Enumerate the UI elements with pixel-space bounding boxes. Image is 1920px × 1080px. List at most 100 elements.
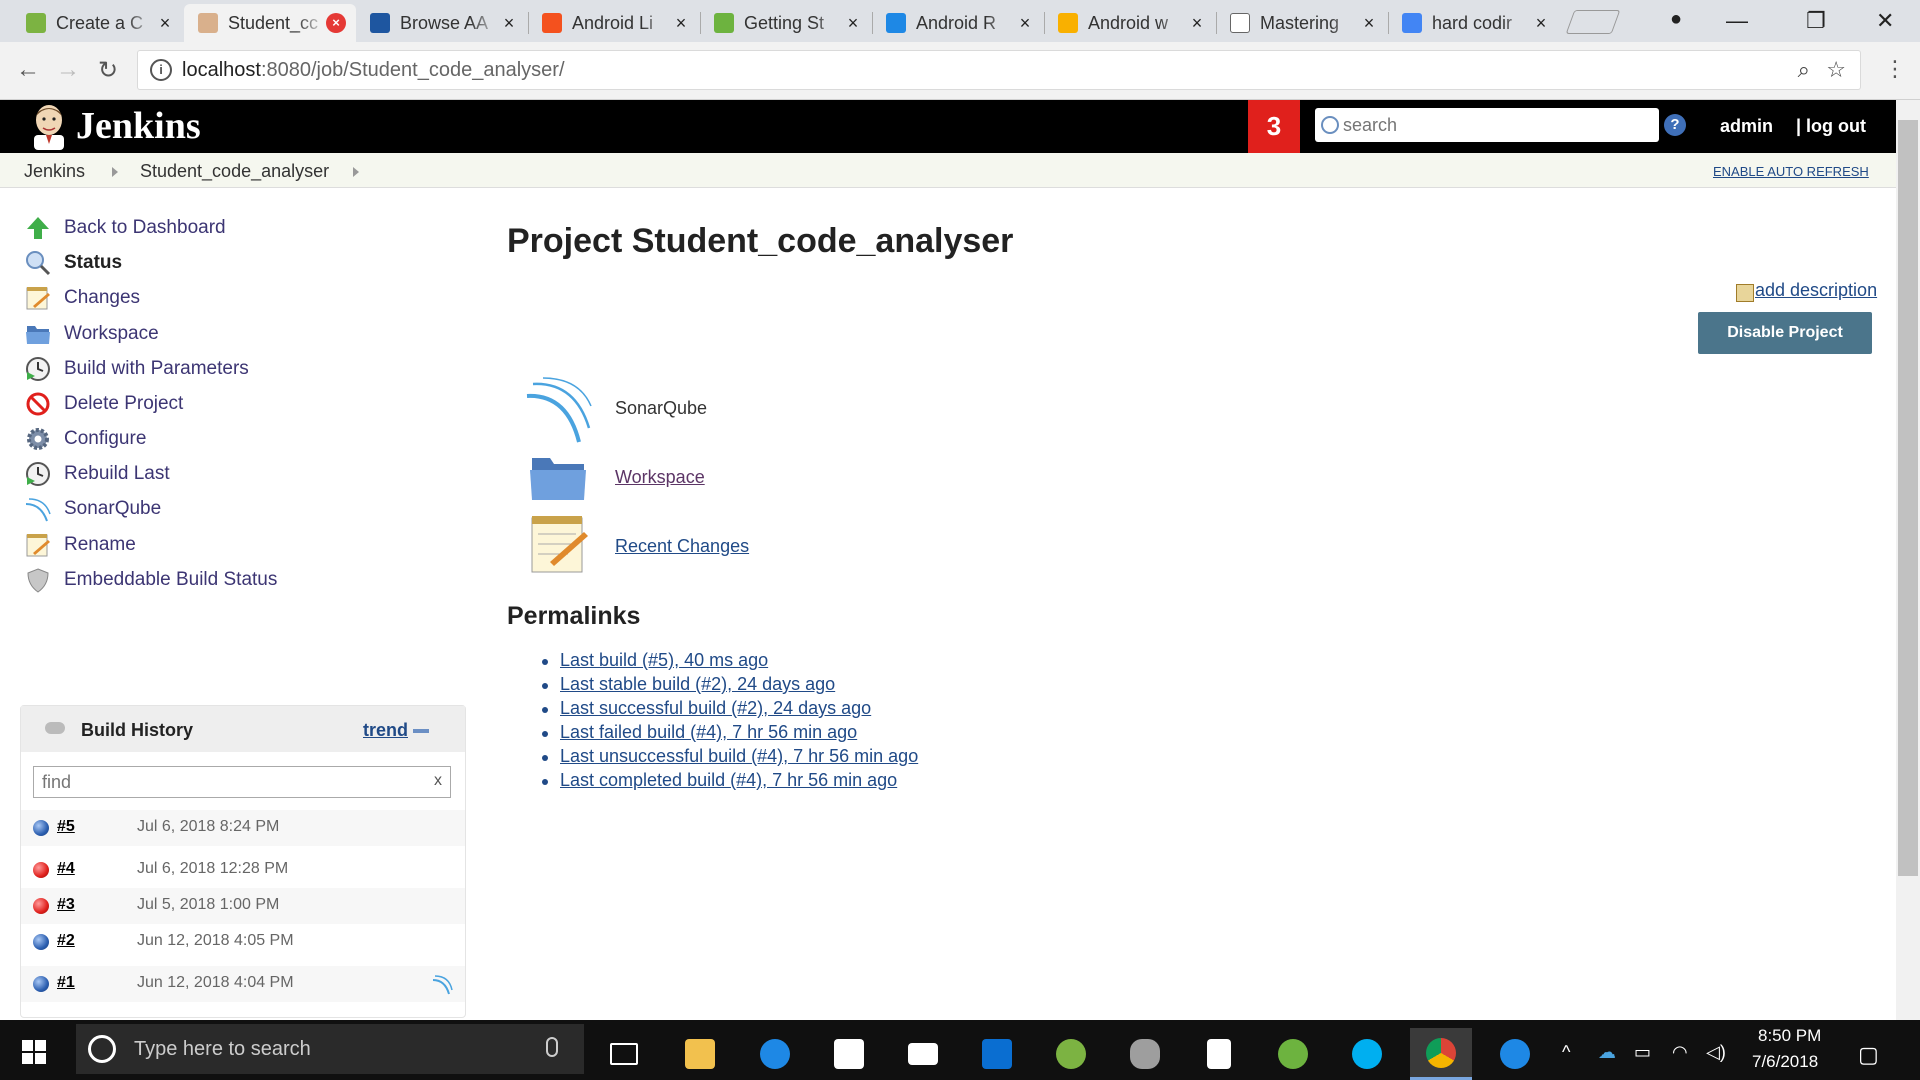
task-view-icon[interactable] — [593, 1028, 655, 1080]
clock-time[interactable]: 8:50 PM — [1758, 1026, 1821, 1046]
enable-auto-refresh-link[interactable]: ENABLE AUTO REFRESH — [1713, 164, 1869, 179]
permalink-link[interactable]: Last successful build (#2), 24 days ago — [560, 698, 871, 718]
volume-icon[interactable]: ◁) — [1706, 1042, 1726, 1063]
folder-icon[interactable] — [24, 320, 52, 348]
windows-start-icon[interactable] — [22, 1040, 46, 1064]
clock-date[interactable]: 7/6/2018 — [1752, 1052, 1818, 1072]
failure-ball-icon[interactable] — [33, 862, 49, 878]
workspace-link[interactable]: Workspace — [615, 467, 705, 488]
sonarqube-icon[interactable] — [431, 974, 453, 996]
browser-tab[interactable]: Create a C × — [12, 4, 184, 42]
notepad-icon[interactable] — [24, 284, 52, 312]
sidebar-task-back-to-dashboard[interactable]: Back to Dashboard — [24, 212, 226, 244]
breadcrumb-arrow-icon[interactable] — [353, 167, 359, 177]
add-description-link[interactable]: add description — [1735, 280, 1877, 301]
close-window-icon[interactable]: ✕ — [1876, 8, 1894, 34]
build-date-link[interactable]: Jul 5, 2018 1:00 PM — [137, 896, 279, 914]
tray-chevron-up-icon[interactable]: ^ — [1562, 1042, 1570, 1063]
notepad-icon[interactable] — [24, 531, 52, 559]
tab-close-icon[interactable]: × — [1532, 13, 1550, 34]
sidebar-task-status[interactable]: Status — [24, 247, 122, 279]
zoom-icon[interactable]: ⌕ — [1798, 57, 1810, 83]
build-date-link[interactable]: Jun 12, 2018 4:04 PM — [137, 974, 294, 992]
success-ball-icon[interactable] — [33, 820, 49, 836]
file-explorer-icon[interactable] — [669, 1028, 731, 1080]
build-find-input[interactable] — [42, 772, 422, 793]
build-date-link[interactable]: Jul 6, 2018 12:28 PM — [137, 860, 288, 878]
microphone-icon[interactable] — [546, 1037, 558, 1057]
browser-tab[interactable]: hard codir × — [1388, 4, 1560, 42]
jenkins-title[interactable]: Jenkins — [76, 104, 201, 148]
sonarqube-icon[interactable] — [523, 376, 593, 444]
permalink-link[interactable]: Last completed build (#4), 7 hr 56 min a… — [560, 770, 897, 790]
disable-project-button[interactable]: Disable Project — [1698, 312, 1872, 354]
folder-icon[interactable] — [528, 450, 588, 504]
back-icon[interactable]: ← — [16, 56, 40, 84]
user-link[interactable]: admin — [1720, 116, 1773, 137]
internet-explorer-icon[interactable] — [1484, 1028, 1546, 1080]
sidebar-task-label[interactable]: SonarQube — [64, 498, 161, 520]
bookmark-star-icon[interactable]: ☆ — [1826, 57, 1846, 83]
tab-close-icon[interactable]: × — [156, 13, 174, 34]
permalink-link[interactable]: Last stable build (#2), 24 days ago — [560, 674, 835, 694]
profile-icon[interactable]: ● — [1670, 8, 1682, 31]
trend-link[interactable]: trend — [363, 720, 408, 741]
jenkins-search-box[interactable] — [1315, 108, 1659, 142]
breadcrumb-arrow-icon[interactable] — [112, 167, 118, 177]
notification-badge[interactable]: 3 — [1248, 100, 1300, 153]
logout-link[interactable]: | log out — [1796, 116, 1866, 137]
sidebar-task-label[interactable]: Build with Parameters — [64, 358, 249, 380]
permalink-link[interactable]: Last unsuccessful build (#4), 7 hr 56 mi… — [560, 746, 918, 766]
sidebar-task-rebuild-last[interactable]: Rebuild Last — [24, 458, 170, 490]
onedrive-icon[interactable]: ☁ — [1598, 1042, 1616, 1063]
sidebar-task-configure[interactable]: Configure — [24, 423, 146, 455]
sidebar-task-workspace[interactable]: Workspace — [24, 318, 159, 350]
up-arrow-icon[interactable] — [24, 214, 52, 242]
recent-changes-link[interactable]: Recent Changes — [615, 536, 749, 557]
site-info-icon[interactable]: i — [150, 59, 172, 81]
success-ball-icon[interactable] — [33, 934, 49, 950]
success-ball-icon[interactable] — [33, 976, 49, 992]
sidebar-task-label[interactable]: Workspace — [64, 323, 159, 345]
chrome-icon[interactable] — [1410, 1028, 1472, 1080]
build-date-link[interactable]: Jun 12, 2018 4:05 PM — [137, 932, 294, 950]
menu-icon[interactable]: ⋮ — [1884, 56, 1906, 82]
clear-find-icon[interactable]: x — [434, 772, 442, 790]
sidebar-task-build-with-parameters[interactable]: Build with Parameters — [24, 353, 249, 385]
browser-tab[interactable]: Getting St × — [700, 4, 872, 42]
browser-tab[interactable]: Student_cc × — [184, 4, 356, 42]
minimize-icon[interactable]: — — [1726, 8, 1748, 34]
sidebar-task-label[interactable]: Configure — [64, 428, 146, 450]
build-number-link[interactable]: #5 — [57, 818, 75, 836]
sidebar-task-label[interactable]: Back to Dashboard — [64, 217, 226, 239]
tab-close-icon[interactable]: × — [1188, 13, 1206, 34]
sidebar-task-label[interactable]: Rename — [64, 534, 136, 556]
reload-icon[interactable]: ↻ — [98, 56, 118, 85]
action-center-icon[interactable]: ▢ — [1858, 1042, 1879, 1068]
breadcrumb-jenkins[interactable]: Jenkins — [24, 161, 85, 182]
browser-tab[interactable]: Android R × — [872, 4, 1044, 42]
address-bar[interactable]: i localhost:8080/job/Student_code_analys… — [138, 51, 1860, 89]
no-entry-icon[interactable] — [24, 390, 52, 418]
tab-close-icon[interactable]: × — [672, 13, 690, 34]
browser-tab[interactable]: Browse AA × — [356, 4, 528, 42]
battery-icon[interactable]: ▭ — [1634, 1042, 1651, 1063]
spring-icon[interactable] — [1262, 1028, 1324, 1080]
tab-close-icon[interactable]: × — [500, 13, 518, 34]
tab-close-icon[interactable]: × — [1016, 13, 1034, 34]
database-icon[interactable] — [1114, 1028, 1176, 1080]
clock-play-icon[interactable] — [24, 355, 52, 383]
sidebar-task-changes[interactable]: Changes — [24, 282, 140, 314]
sidebar-task-label[interactable]: Delete Project — [64, 393, 183, 415]
scrollbar-thumb[interactable] — [1898, 120, 1918, 876]
permalink-link[interactable]: Last failed build (#4), 7 hr 56 min ago — [560, 722, 857, 742]
build-number-link[interactable]: #3 — [57, 896, 75, 914]
new-tab-button[interactable] — [1565, 10, 1621, 34]
sidebar-task-label[interactable]: Rebuild Last — [64, 463, 170, 485]
edge-icon[interactable] — [744, 1028, 806, 1080]
search-icon[interactable] — [24, 249, 52, 277]
sidebar-task-embeddable-build-status[interactable]: Embeddable Build Status — [24, 564, 277, 596]
jenkins-logo-icon[interactable] — [26, 102, 72, 150]
sidebar-task-label[interactable]: Changes — [64, 287, 140, 309]
forward-icon[interactable]: → — [56, 56, 80, 84]
